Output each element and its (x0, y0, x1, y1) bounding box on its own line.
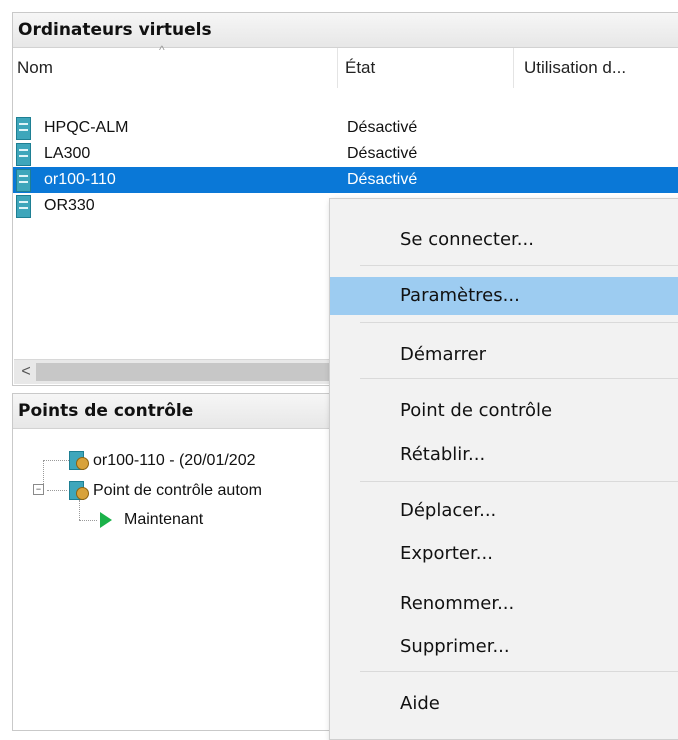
menu-item-connect[interactable]: Se connecter... (330, 221, 678, 259)
context-menu: Se connecter... Paramètres... Démarrer P… (329, 198, 678, 740)
menu-separator (360, 671, 678, 672)
column-header-name-label: Nom (17, 58, 53, 77)
menu-item-settings[interactable]: Paramètres... (330, 277, 678, 315)
vm-name: or100-110 (44, 171, 116, 188)
vm-name: LA300 (44, 145, 91, 162)
checkpoint-item[interactable]: Point de contrôle autom (93, 482, 262, 500)
sort-up-icon: ^ (159, 43, 165, 57)
column-header-state[interactable]: État (337, 48, 521, 88)
vm-icon (16, 195, 31, 218)
column-header-usage[interactable]: Utilisation d... (513, 48, 678, 88)
menu-item-export[interactable]: Exporter... (330, 535, 678, 573)
collapse-icon[interactable]: − (33, 484, 44, 495)
checkpoint-now[interactable]: Maintenant (124, 511, 203, 529)
scroll-left-button[interactable]: < (16, 360, 36, 384)
menu-item-help[interactable]: Aide (330, 685, 678, 723)
menu-separator (360, 322, 678, 323)
vm-icon (16, 117, 31, 140)
scroll-thumb[interactable] (36, 363, 356, 381)
checkpoint-icon (69, 450, 89, 470)
menu-separator (360, 265, 678, 266)
menu-separator (360, 378, 678, 379)
vm-state: Désactivé (347, 145, 418, 162)
menu-item-rename[interactable]: Renommer... (330, 585, 678, 623)
vm-icon (16, 143, 31, 166)
virtual-machines-title: Ordinateurs virtuels (13, 13, 678, 48)
menu-item-checkpoint[interactable]: Point de contrôle (330, 392, 678, 430)
menu-item-revert[interactable]: Rétablir... (330, 436, 678, 474)
vm-name: HPQC-ALM (44, 119, 129, 136)
column-header-name[interactable]: Nom ^ (17, 44, 333, 88)
menu-separator (360, 481, 678, 482)
menu-item-delete[interactable]: Supprimer... (330, 628, 678, 666)
menu-item-start[interactable]: Démarrer (330, 336, 678, 374)
play-icon (100, 512, 112, 528)
checkpoint-item[interactable]: or100-110 - (20/01/202 (93, 452, 255, 470)
vm-state: Désactivé (347, 119, 418, 136)
vm-row-la300[interactable]: LA300 Désactivé (13, 141, 678, 167)
vm-icon (16, 169, 31, 192)
checkpoint-icon (69, 480, 89, 500)
vm-row-or100-110[interactable]: or100-110 Désactivé (13, 167, 678, 193)
vm-state: Désactivé (347, 171, 418, 188)
vm-row-hpqc-alm[interactable]: HPQC-ALM Désactivé (13, 115, 678, 141)
menu-item-move[interactable]: Déplacer... (330, 492, 678, 530)
vm-name: OR330 (44, 197, 95, 214)
column-headers: Nom ^ État Utilisation d... (13, 44, 678, 88)
